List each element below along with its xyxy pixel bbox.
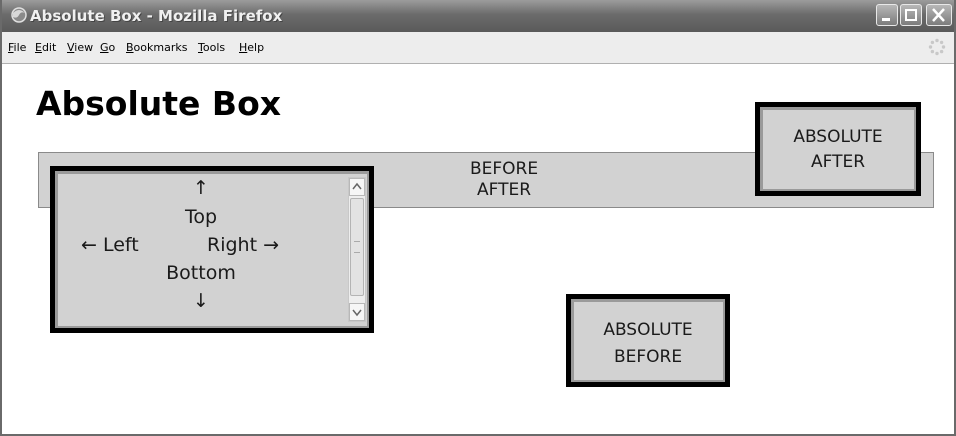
maximize-icon [905, 9, 917, 21]
scroll-down-icon [352, 309, 362, 317]
absolute-before-line2: BEFORE [613, 347, 683, 367]
scroll-left-label: ← Left [81, 234, 139, 256]
scroll-up-arrow-text: ↑ [193, 177, 209, 199]
menu-tools[interactable]: Tools [198, 41, 225, 54]
absolute-before-box: ABSOLUTE BEFORE [566, 294, 730, 387]
menu-edit[interactable]: Edit [35, 41, 56, 54]
minimize-button[interactable] [876, 4, 898, 26]
band-line-after: AFTER [476, 180, 532, 200]
throbber-icon [928, 38, 946, 56]
vertical-scrollbar[interactable] [348, 177, 366, 322]
menu-view[interactable]: View [67, 41, 93, 54]
menu-bar: File Edit View Go Bookmarks Tools Help [2, 32, 954, 64]
scroll-up-icon [352, 182, 362, 190]
scroll-grip [354, 241, 360, 253]
absolute-after-line1: ABSOLUTE [793, 127, 883, 147]
band-line-before: BEFORE [469, 159, 539, 179]
window-title: Absolute Box - Mozilla Firefox [30, 7, 283, 25]
band-text: BEFORE AFTER [419, 159, 589, 201]
close-icon [932, 8, 945, 22]
menu-help[interactable]: Help [239, 41, 264, 54]
absolute-after-line2: AFTER [810, 152, 866, 172]
scroll-box-content: ↑ Top ← Left Right → Bottom ↓ [55, 171, 347, 328]
scroll-thumb[interactable] [350, 198, 364, 296]
page-heading: Absolute Box [36, 84, 282, 123]
browser-window: Absolute Box - Mozilla Firefox File Edit… [0, 0, 956, 436]
menu-bookmarks[interactable]: Bookmarks [126, 41, 187, 54]
firefox-icon [11, 7, 27, 23]
scroll-bottom-label: Bottom [166, 262, 236, 284]
minimize-icon [882, 18, 890, 21]
menu-go[interactable]: Go [100, 41, 115, 54]
scroll-down-button[interactable] [349, 303, 365, 321]
absolute-before-line1: ABSOLUTE [603, 320, 693, 340]
scroll-right-label: Right → [207, 234, 279, 256]
menu-file[interactable]: File [8, 41, 26, 54]
close-button[interactable] [926, 4, 952, 26]
title-bar[interactable]: Absolute Box - Mozilla Firefox [2, 0, 954, 32]
scroll-up-button[interactable] [349, 178, 365, 196]
absolute-after-box: ABSOLUTE AFTER [755, 102, 921, 196]
maximize-button[interactable] [900, 4, 922, 26]
page-content: Absolute Box BEFORE AFTER ↑ Top ← Left R… [2, 64, 954, 434]
scroll-top-label: Top [184, 206, 218, 228]
scroll-down-arrow-text: ↓ [193, 290, 209, 312]
scroll-box[interactable]: ↑ Top ← Left Right → Bottom ↓ [50, 166, 374, 333]
